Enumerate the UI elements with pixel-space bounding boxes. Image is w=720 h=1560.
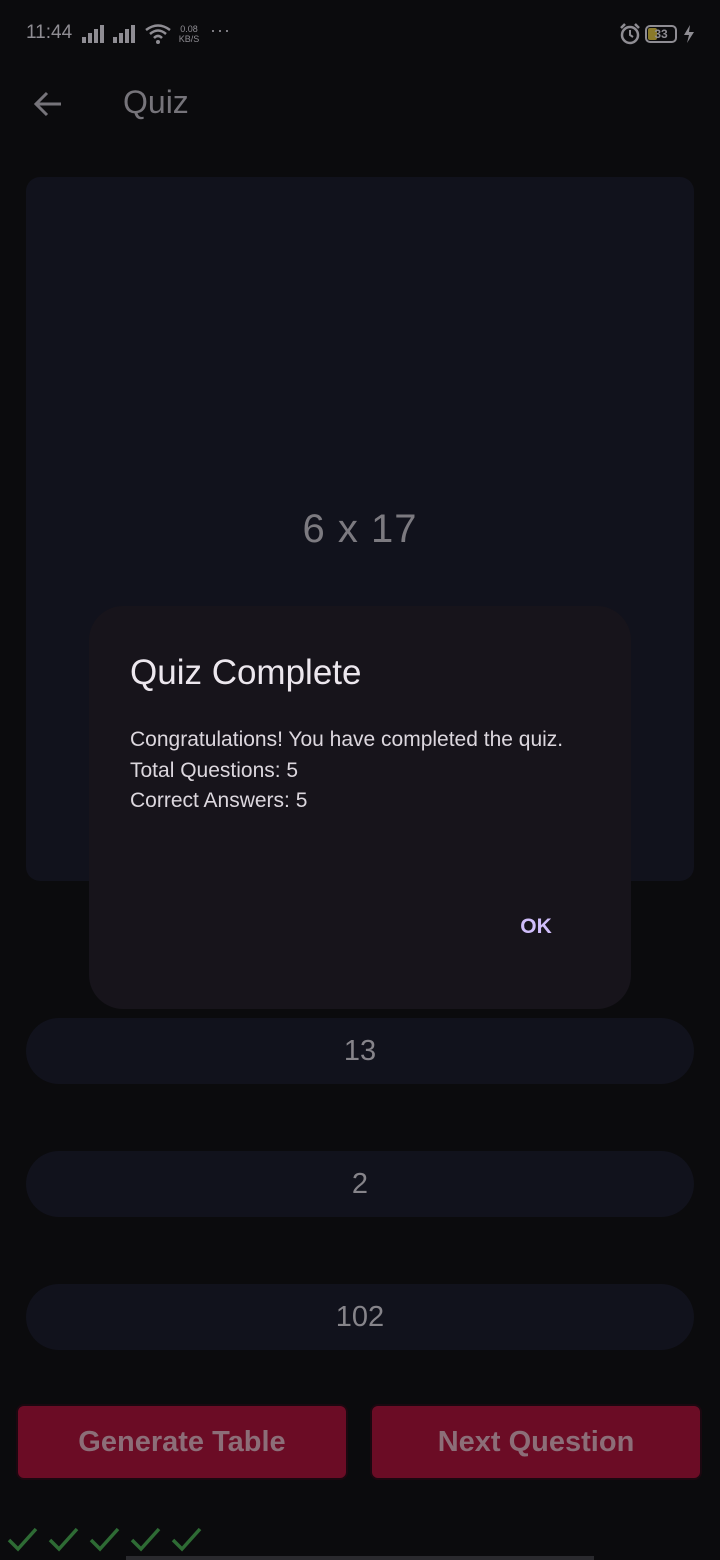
ok-button[interactable]: OK [507,907,565,947]
status-time: 11:44 [26,22,73,43]
battery-icon: 33 [645,25,677,43]
back-button[interactable] [22,86,74,122]
dialog-body: Congratulations! You have completed the … [130,725,563,817]
wifi-icon [145,24,171,44]
check-icon [171,1527,202,1552]
check-icon [7,1527,38,1552]
correct-answers-text: Correct Answers: 5 [130,789,308,812]
dialog-title: Quiz Complete [130,653,362,692]
home-indicator [126,1556,594,1560]
total-questions-text: Total Questions: 5 [130,758,299,782]
network-speed-unit: KB/S [178,34,200,44]
alarm-icon [620,23,640,45]
generate-table-button[interactable]: Generate Table [16,1404,348,1480]
more-icon: ··· [210,20,231,40]
page-title: Quiz [123,84,189,120]
network-speed-value: 0.08 [180,24,198,34]
check-icon [48,1527,79,1552]
charging-icon [684,25,694,43]
check-icon [89,1527,120,1552]
battery-level: 33 [654,27,668,41]
next-question-button[interactable]: Next Question [370,1404,702,1480]
check-icon [130,1527,161,1552]
answer-option[interactable]: 102 [26,1284,694,1350]
dialog-message: Congratulations! You have completed the … [130,728,564,751]
signal-icon [82,25,104,43]
network-speed: 0.08 KB/S [174,24,204,44]
answer-option[interactable]: 2 [26,1151,694,1217]
status-bar: 11:44 0.08 KB/S ··· 33 [0,0,720,70]
signal-icon [113,25,135,43]
question-text: 6 x 17 [302,507,418,551]
quiz-complete-dialog: Quiz Complete Congratulations! You have … [89,606,631,1009]
app-bar: Quiz [0,70,720,138]
arrow-back-icon [33,91,61,117]
progress-checks [4,1524,205,1556]
answer-option[interactable]: 13 [26,1018,694,1084]
